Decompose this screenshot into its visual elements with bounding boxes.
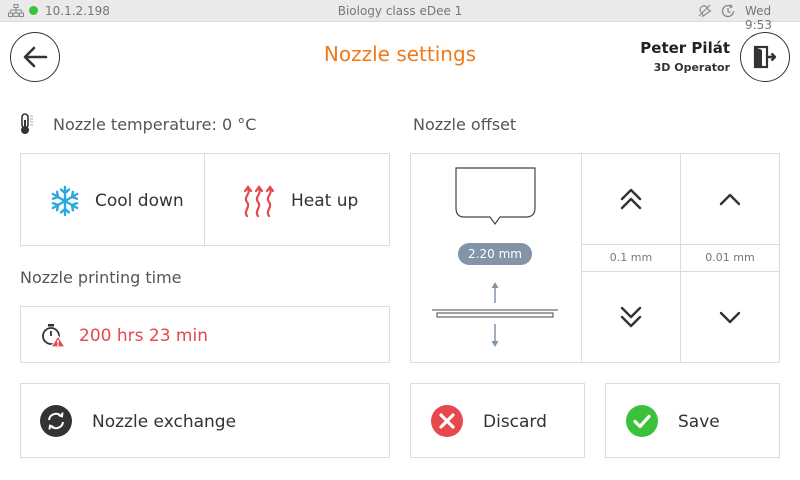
offset-up-coarse-button[interactable] [582,154,680,244]
nozzle-temperature-label: Nozzle temperature: [53,115,217,134]
cool-down-label: Cool down [95,191,184,211]
double-chevron-down-icon [620,306,642,328]
offset-down-fine-button[interactable] [681,272,779,362]
thermometer-icon [21,113,33,134]
cool-down-button[interactable]: Cool down [20,153,205,246]
discard-label: Discard [483,412,547,432]
save-label: Save [678,412,720,432]
clock-time: Wed 9:53 [745,4,772,32]
nozzle-printing-time-panel: 200 hrs 23 min [20,306,390,363]
snowflake-icon [51,185,79,217]
heat-waves-icon [243,185,275,218]
nozzle-shape [455,167,536,226]
logout-icon [753,45,777,69]
status-bar: 10.1.2.198 Biology class eDee 1 Wed 9:53 [0,0,800,32]
chevron-up-icon [719,193,741,206]
nozzle-printing-time-label: Nozzle printing time [20,268,182,287]
fine-step-label: 0.01 mm [705,251,755,264]
close-circle-icon [431,405,463,437]
nozzle-exchange-label: Nozzle exchange [92,412,237,432]
double-chevron-up-icon [620,188,642,210]
nozzle-exchange-button[interactable]: Nozzle exchange [20,383,390,458]
divider [581,244,780,245]
nozzle-printing-time-value: 200 hrs 23 min [79,326,208,346]
notification-off-icon[interactable] [697,3,712,18]
check-circle-icon [626,405,658,437]
nozzle-offset-label: Nozzle offset [413,115,517,134]
user-role: 3D Operator [653,61,730,74]
offset-up-fine-button[interactable] [681,154,779,244]
printer-name: Biology class eDee 1 [337,4,463,18]
exchange-icon [40,405,72,437]
clock-icon [721,4,735,18]
heat-up-button[interactable]: Heat up [204,153,390,246]
coarse-step-label: 0.1 mm [609,251,653,264]
user-name: Peter Pilát [640,39,730,57]
discard-button[interactable]: Discard [410,383,585,458]
nozzle-temperature-value: 0 °C [222,115,257,134]
offset-down-coarse-button[interactable] [582,272,680,362]
heat-up-label: Heat up [291,191,359,211]
logout-button[interactable] [740,32,790,82]
save-button[interactable]: Save [605,383,780,458]
chevron-down-icon [719,311,741,324]
stopwatch-warning-icon [42,324,66,348]
offset-value-badge: 2.20 mm [458,243,532,265]
